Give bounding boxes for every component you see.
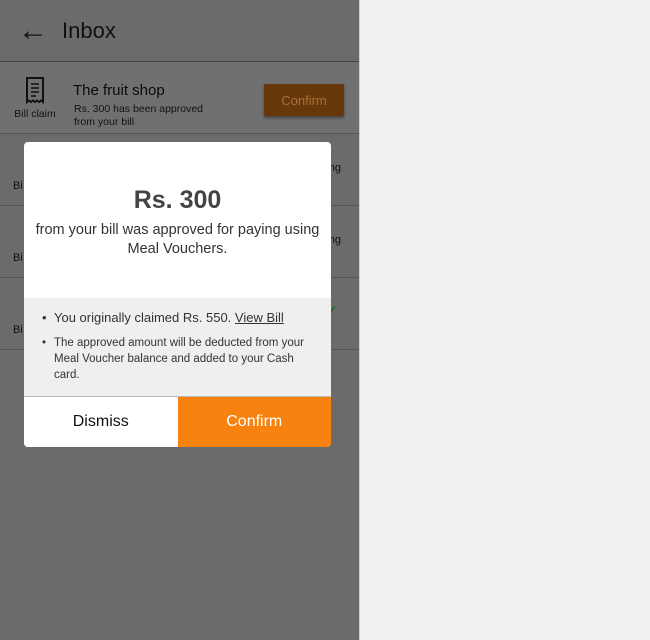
- info-list: You originally claimed Rs. 550. View Bil…: [24, 298, 331, 396]
- item-message: Rs. 300 has been approved from your bill: [74, 103, 204, 128]
- page-title: Inbox: [62, 17, 116, 43]
- item-type-label: Bi: [13, 324, 23, 336]
- claimed-text: You originally claimed Rs. 550.: [54, 310, 232, 325]
- approved-amount: Rs. 300: [133, 186, 222, 214]
- item-type-label: Bi: [13, 252, 23, 264]
- info-item: The approved amount will be deducted fro…: [42, 335, 315, 383]
- approval-description: from your bill was approved for paying u…: [35, 222, 320, 257]
- shop-name: The fruit shop: [73, 82, 165, 99]
- inbox-screen: ← Inbox Bill claim The fruit shop Rs. 30…: [0, 0, 360, 640]
- dismiss-button[interactable]: Dismiss: [24, 397, 178, 447]
- item-type-label: Bi: [13, 180, 23, 192]
- info-item: You originally claimed Rs. 550. View Bil…: [42, 310, 315, 325]
- confirm-button[interactable]: Confirm: [177, 397, 331, 447]
- back-arrow-icon[interactable]: ←: [18, 14, 62, 48]
- view-bill-link[interactable]: View Bill: [235, 310, 284, 325]
- approval-dialog: Rs. 300 from your bill was approved for …: [24, 142, 331, 447]
- app-header: ← Inbox: [0, 0, 359, 62]
- row-confirm-button[interactable]: Confirm: [264, 84, 344, 116]
- item-type-label: Bill claim: [14, 108, 56, 120]
- bill-claim-icon: Bill claim: [14, 76, 56, 120]
- list-item[interactable]: Bill claim The fruit shop Rs. 300 has be…: [0, 62, 359, 134]
